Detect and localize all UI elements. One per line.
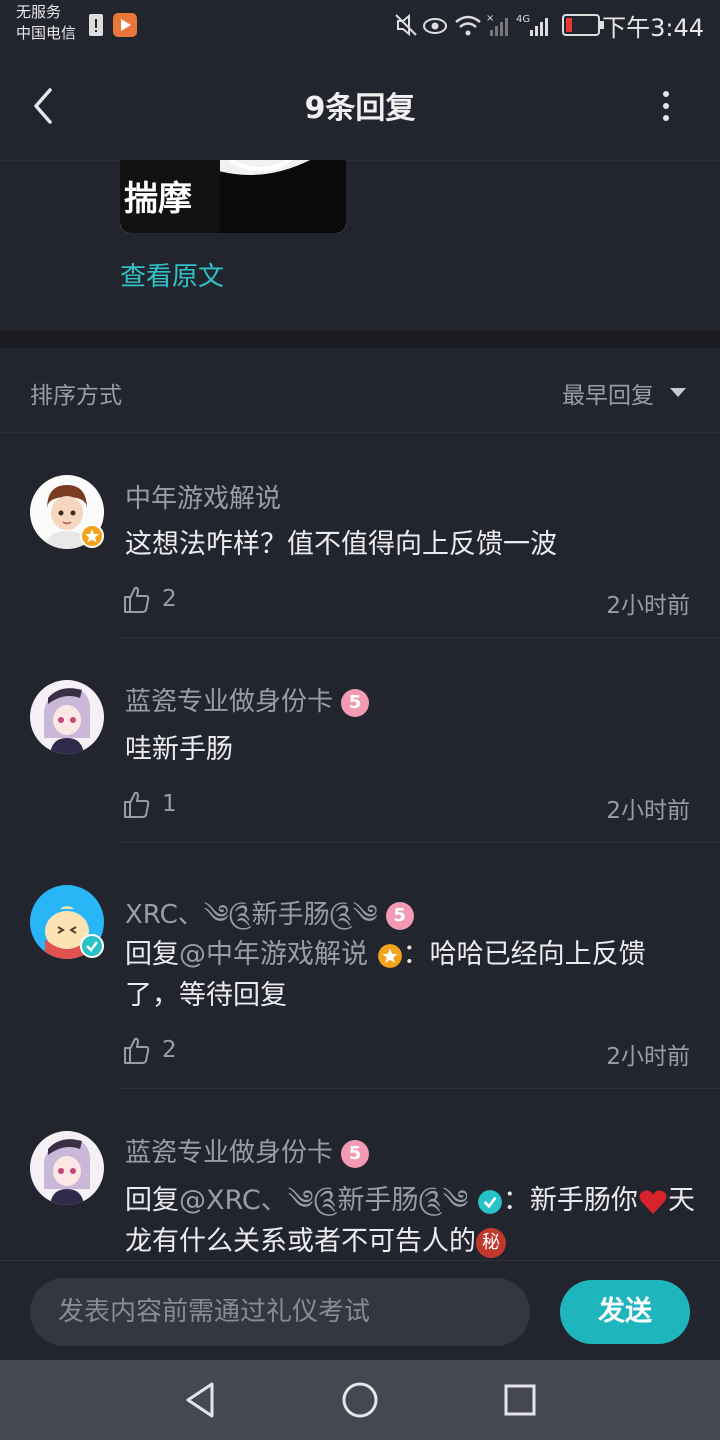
reply-text: ：新手肠你 — [502, 1185, 638, 1216]
like-count: 2 — [162, 1037, 177, 1063]
comment-item: 蓝瓷专业做身份卡 5 回复@XRC、༄༊新手肠༊༄ ：新手肠你 天龙有什么关系或者… — [0, 1126, 720, 1260]
wifi-icon — [455, 15, 481, 36]
status-bar: 无服务 中国电信 × 4G 下午3:44 — [0, 0, 720, 50]
reply-prefix: 回复 — [125, 1185, 179, 1216]
secret-emoji-icon: 秘 — [476, 1227, 506, 1258]
signal-4g-icon: 4G — [516, 14, 548, 36]
eye-comfort-icon — [423, 18, 447, 34]
level-badge: 5 — [341, 688, 370, 717]
divider — [120, 1088, 720, 1089]
comment-input-bar: 发送 — [0, 1260, 720, 1361]
comment-text: 回复@中年游戏解说 ：哈哈已经向上反馈了，等待回复 — [125, 934, 695, 1016]
comment-time: 2小时前 — [606, 798, 690, 824]
caret-down-icon[interactable] — [670, 388, 686, 397]
battery-icon — [562, 14, 604, 36]
comment-author[interactable]: 蓝瓷专业做身份卡 — [125, 687, 333, 717]
sort-dropdown[interactable]: 最早回复 — [562, 376, 654, 410]
mention-link[interactable]: @中年游戏解说 — [179, 939, 368, 970]
level-badge: 5 — [341, 1139, 370, 1168]
more-options-icon[interactable] — [654, 88, 678, 124]
avatar-image — [30, 1131, 104, 1205]
system-recents-icon[interactable] — [502, 1382, 538, 1418]
section-divider — [0, 330, 720, 348]
level-badge: 5 — [385, 901, 414, 930]
comment-text: 哇新手肠 — [125, 734, 233, 765]
clock: 下午3:44 — [602, 14, 704, 42]
comment-author[interactable]: 中年游戏解说 — [125, 478, 281, 515]
system-navigation-bar — [0, 1360, 720, 1440]
comment-text: 这想法咋样？值不值得向上反馈一波 — [125, 529, 557, 560]
comment-author-row: 蓝瓷专业做身份卡 5 — [125, 681, 370, 718]
comment-input[interactable] — [30, 1278, 530, 1346]
carrier-line1: 无服务 — [16, 3, 62, 21]
orange-star-badge-icon — [80, 524, 104, 548]
network-type-label: 4G — [516, 14, 530, 25]
sort-bar: 排序方式 最早回复 — [0, 348, 720, 433]
thumbs-up-icon[interactable] — [122, 789, 152, 819]
svg-text:×: × — [486, 13, 494, 24]
verified-badge-icon — [80, 934, 104, 958]
post-image-thumbnail[interactable]: 揣摩 — [120, 160, 346, 233]
like-count: 1 — [162, 791, 177, 817]
mute-icon — [395, 13, 417, 37]
verified-badge-icon — [478, 1189, 502, 1214]
divider — [120, 637, 720, 638]
reply-prefix: 回复 — [125, 939, 179, 970]
thumbnail-text: 揣摩 — [124, 179, 192, 219]
carrier-info: 无服务 中国电信 — [16, 2, 76, 44]
sort-label: 排序方式 — [30, 383, 122, 409]
send-button[interactable]: 发送 — [560, 1280, 690, 1344]
comment-author-row: 蓝瓷专业做身份卡 5 — [125, 1132, 370, 1169]
system-back-icon[interactable] — [182, 1380, 218, 1420]
comment-text: 回复@XRC、༄༊新手肠༊༄ ：新手肠你 天龙有什么关系或者不可告人的秘 — [125, 1180, 695, 1260]
comment-time: 2小时前 — [606, 1044, 690, 1070]
page-title: 9条回复 — [304, 91, 416, 126]
comment-item: XRC、༄༊新手肠༊༄ 5 回复@中年游戏解说 ：哈哈已经向上反馈了，等待回复 2… — [0, 880, 720, 1089]
thumbs-up-icon[interactable] — [122, 584, 152, 614]
navigation-bar: 9条回复 — [0, 50, 720, 161]
comment-author[interactable]: XRC、༄༊新手肠༊༄ — [125, 900, 378, 930]
heart-emoji-icon — [639, 1190, 667, 1214]
comment-author[interactable]: 蓝瓷专业做身份卡 — [125, 1138, 333, 1168]
comment-item: 蓝瓷专业做身份卡 5 哇新手肠 1 2小时前 — [0, 675, 720, 843]
avatar[interactable] — [30, 680, 104, 754]
thumbs-up-icon[interactable] — [122, 1035, 152, 1065]
system-home-icon[interactable] — [340, 1380, 380, 1420]
post-image: 揣摩 — [120, 160, 346, 233]
sim-alert-icon — [89, 14, 103, 36]
carrier-line2: 中国电信 — [16, 24, 77, 42]
signal-sim1-icon: × — [486, 13, 508, 36]
avatar-image — [30, 680, 104, 754]
view-original-link[interactable]: 查看原文 — [120, 256, 224, 293]
app-notification-icon — [113, 13, 137, 37]
comment-item: 中年游戏解说 这想法咋样？值不值得向上反馈一波 2 2小时前 — [0, 470, 720, 638]
mention-link[interactable]: @XRC、༄༊新手肠༊༄ — [179, 1185, 468, 1216]
orange-star-badge-icon — [377, 943, 402, 968]
avatar[interactable] — [30, 1131, 104, 1205]
divider — [120, 842, 720, 843]
like-count: 2 — [162, 586, 177, 612]
comment-time: 2小时前 — [606, 593, 690, 619]
